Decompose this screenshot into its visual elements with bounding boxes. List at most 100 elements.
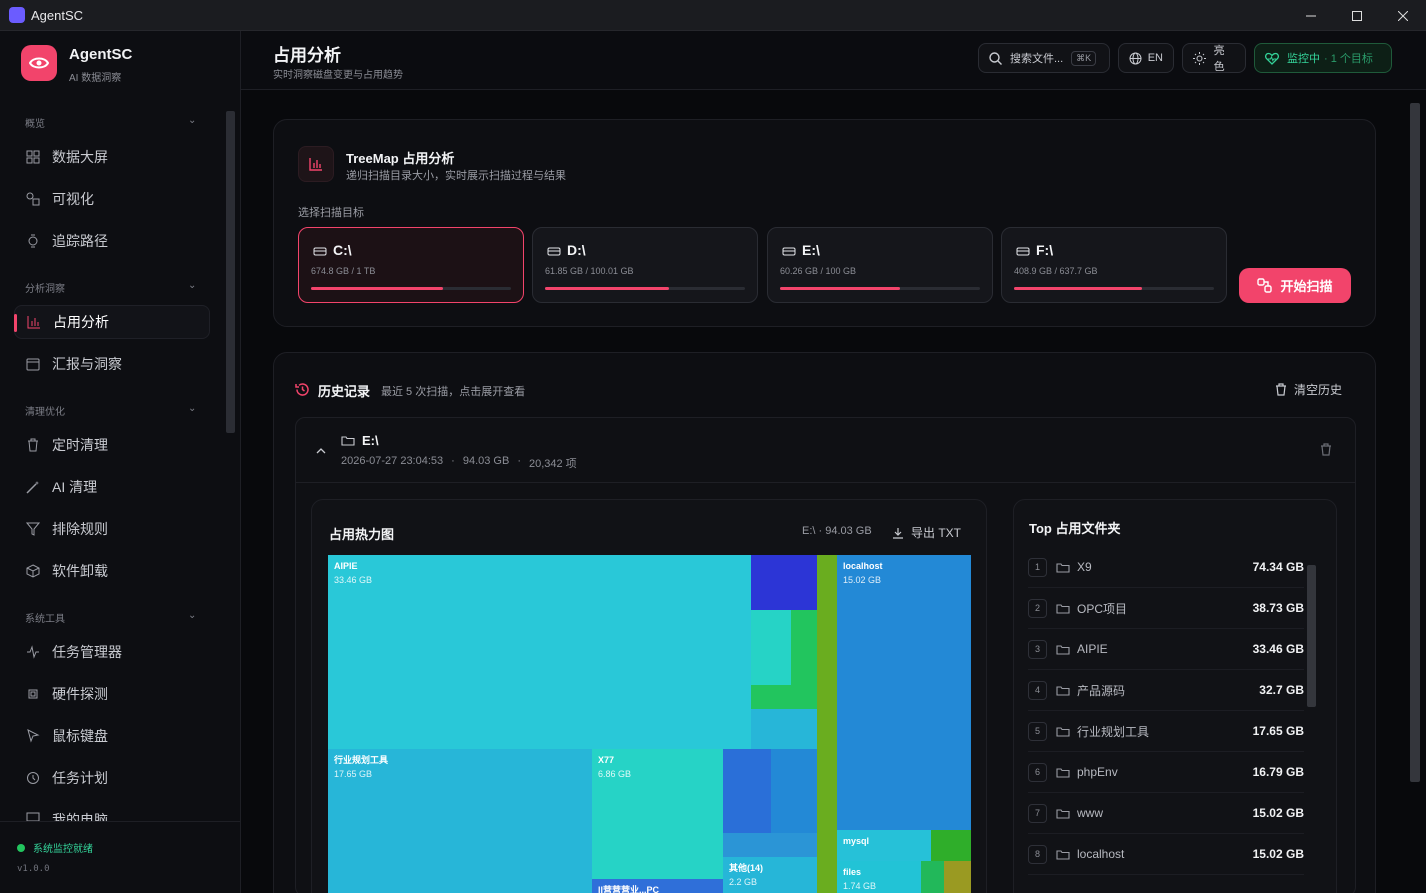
chevron-down-icon[interactable]: ⌄	[188, 610, 196, 621]
start-scan-button[interactable]: 开始扫描	[1239, 268, 1351, 303]
main-scrollbar[interactable]	[1410, 103, 1420, 782]
treemap-tile[interactable]	[751, 555, 817, 610]
export-txt-button[interactable]: 导出 TXT	[892, 524, 961, 541]
language-button[interactable]: EN	[1118, 43, 1174, 73]
chevron-down-icon[interactable]: ⌄	[188, 115, 196, 126]
trash-icon	[1276, 383, 1286, 396]
sidebar-item-hardware[interactable]: 硬件探测	[14, 677, 210, 711]
theme-button[interactable]: 亮色	[1182, 43, 1246, 73]
close-icon	[1398, 10, 1408, 21]
treemap-tile[interactable]	[791, 610, 817, 685]
group-label-cleanup: 清理优化	[25, 407, 65, 418]
sidebar-footer: 系统监控就绪 v1.0.0	[0, 821, 240, 893]
treemap-tile[interactable]	[944, 861, 971, 893]
list-item[interactable]: 4 产品源码 32.7 GB	[1028, 670, 1304, 711]
export-label: 导出 TXT	[911, 526, 961, 540]
window-titlebar: AgentSC	[0, 0, 1426, 31]
sidebar-item-trace[interactable]: 追踪路径	[14, 224, 210, 258]
sidebar-item-usage-analysis[interactable]: 占用分析	[14, 305, 210, 339]
globe-icon	[1129, 52, 1142, 64]
chevron-down-icon[interactable]: ⌄	[188, 403, 196, 414]
treemap-tile[interactable]	[817, 555, 837, 893]
treemap-tile-small[interactable]: ll营营营业...PC	[592, 879, 723, 893]
package-icon	[25, 563, 41, 579]
app-icon	[9, 7, 25, 23]
group-label-analysis: 分析洞察	[25, 284, 65, 295]
list-item[interactable]: 7 www 15.02 GB	[1028, 793, 1304, 834]
sidebar-item-ai-clean[interactable]: AI 清理	[14, 470, 210, 504]
calendar-icon	[25, 356, 41, 372]
page-title: 占用分析	[273, 46, 341, 65]
drive-card-f[interactable]: F:\ 408.9 GB / 637.7 GB	[1001, 227, 1227, 303]
treemap-tile-x77[interactable]: X77 6.86 GB	[592, 749, 723, 879]
status-text: 系统监控就绪	[33, 844, 93, 855]
treemap-tile[interactable]	[751, 709, 817, 749]
chevron-down-icon[interactable]: ⌄	[188, 280, 196, 291]
list-item[interactable]: 8 localhost 15.02 GB	[1028, 834, 1304, 875]
monitor-status-button[interactable]: 监控中 · 1 个目标	[1254, 43, 1392, 73]
sidebar-item-visualize[interactable]: 可视化	[14, 182, 210, 216]
clear-history-button[interactable]: 清空历史	[1275, 381, 1342, 398]
list-item[interactable]: 2 OPC项目 38.73 GB	[1028, 588, 1304, 629]
close-button[interactable]	[1380, 0, 1426, 31]
drive-usage: 60.26 GB / 100 GB	[780, 266, 857, 276]
sidebar-item-uninstall[interactable]: 软件卸载	[14, 554, 210, 588]
treemap-tile[interactable]	[921, 861, 944, 893]
sidebar-item-dashboard[interactable]: 数据大屏	[14, 140, 210, 174]
treemap-tile[interactable]	[931, 830, 971, 861]
treemap-tile[interactable]	[751, 610, 791, 685]
rank-badge: 4	[1028, 680, 1047, 700]
page-subtitle: 实时洞察磁盘变更与占用趋势	[273, 70, 403, 81]
treemap-tile[interactable]	[723, 749, 771, 833]
minimize-button[interactable]	[1288, 0, 1334, 31]
treemap-tile-industry-tool[interactable]: 行业规划工具 17.65 GB	[328, 749, 592, 893]
treemap-tile-aipie[interactable]: AIPIE 33.46 GB	[328, 555, 751, 749]
tile-name: mysql	[843, 836, 870, 846]
folder-name: AIPIE	[1077, 642, 1108, 656]
sidebar-item-label: 追踪路径	[52, 233, 108, 249]
sidebar-item-report[interactable]: 汇报与洞察	[14, 347, 210, 381]
drive-card-c[interactable]: C:\ 674.8 GB / 1 TB	[298, 227, 524, 303]
top-folders-scrollbar[interactable]	[1307, 565, 1316, 707]
sidebar-item-label: 汇报与洞察	[52, 356, 122, 372]
list-item[interactable]: 6 phpEnv 16.79 GB	[1028, 752, 1304, 793]
clear-history-label: 清空历史	[1294, 383, 1343, 397]
drive-card-e[interactable]: E:\ 60.26 GB / 100 GB	[767, 227, 993, 303]
sidebar-item-my-computer[interactable]: 我的电脑	[14, 803, 210, 821]
window-title: AgentSC	[31, 8, 84, 23]
brand-name: AgentSC	[69, 46, 133, 63]
folder-icon	[1056, 685, 1070, 696]
sidebar-item-exclude-rules[interactable]: 排除规则	[14, 512, 210, 546]
treemap-tile[interactable]	[771, 749, 817, 833]
folder-icon	[1056, 849, 1070, 860]
treemap-tile-localhost[interactable]: localhost 15.02 GB	[837, 555, 971, 830]
sidebar-item-task-schedule[interactable]: 任务计划	[14, 761, 210, 795]
hard-drive-icon	[1016, 247, 1030, 255]
sidebar-scrollbar[interactable]	[226, 111, 235, 433]
treemap-tile-files[interactable]: files 1.74 GB	[837, 861, 921, 893]
folder-size: 17.65 GB	[1252, 724, 1304, 738]
treemap-tile[interactable]	[723, 833, 817, 857]
search-input[interactable]: 搜索文件... ⌘K	[978, 43, 1110, 73]
folder-icon	[341, 436, 355, 446]
folder-name: OPC项目	[1077, 601, 1128, 616]
list-item[interactable]: 5 行业规划工具 17.65 GB	[1028, 711, 1304, 752]
treemap-tile[interactable]	[751, 685, 817, 709]
treemap-tile-mysql[interactable]: mysql	[837, 830, 931, 861]
list-item[interactable]: 3 AIPIE 33.46 GB	[1028, 629, 1304, 670]
delete-entry-icon[interactable]	[1320, 443, 1332, 456]
folder-size: 15.02 GB	[1252, 847, 1304, 861]
sidebar-item-task-manager[interactable]: 任务管理器	[14, 635, 210, 669]
sun-icon	[1193, 51, 1206, 65]
drive-card-d[interactable]: D:\ 61.85 GB / 100.01 GB	[532, 227, 758, 303]
entry-meta: 2026-07-27 23:04:53 · 94.03 GB · 20,342 项	[341, 455, 577, 470]
sidebar-item-scheduled-clean[interactable]: 定时清理	[14, 428, 210, 462]
list-item[interactable]: 1 X9 74.34 GB	[1028, 547, 1304, 588]
treemap-tile-others[interactable]: 其他(14) 2.2 GB	[723, 857, 817, 893]
sidebar-item-mouse-keyboard[interactable]: 鼠标键盘	[14, 719, 210, 753]
folder-name: 产品源码	[1077, 683, 1126, 698]
rank-badge: 2	[1028, 598, 1047, 618]
history-icon	[295, 383, 309, 396]
history-title: 历史记录	[318, 384, 371, 399]
maximize-button[interactable]	[1334, 0, 1380, 31]
